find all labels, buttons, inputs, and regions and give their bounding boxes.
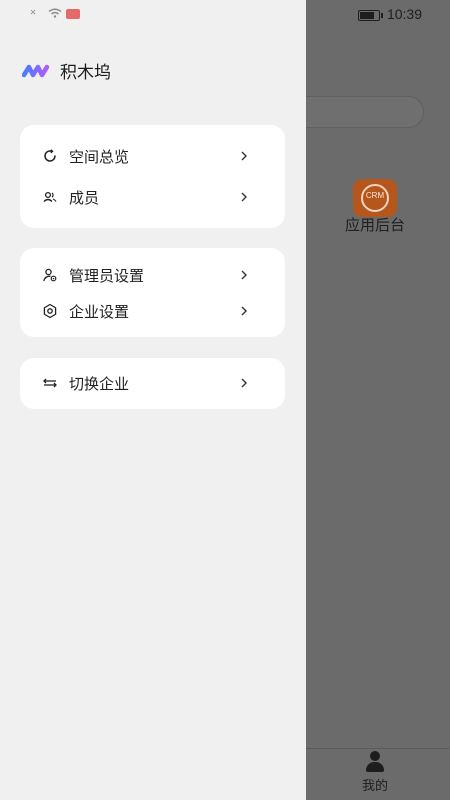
admin-user-gear-icon <box>43 268 57 282</box>
hexagon-settings-icon <box>43 303 57 319</box>
menu-item-label: 成员 <box>69 188 100 207</box>
menu-item-space-overview[interactable]: 空间总览 <box>20 142 285 170</box>
switch-arrows-icon <box>43 378 57 388</box>
members-icon <box>43 191 57 202</box>
status-time: 10:39 <box>386 6 422 22</box>
signal-icon: ✕ <box>30 7 37 18</box>
chevron-right-icon <box>241 378 247 388</box>
crm-icon-text: CRM <box>365 191 385 200</box>
brand-header: 积木坞 <box>22 58 111 83</box>
menu-item-label: 企业设置 <box>69 302 130 321</box>
user-icon <box>365 751 385 773</box>
chevron-right-icon <box>241 306 247 316</box>
menu-item-label: 管理员设置 <box>69 266 145 285</box>
refresh-circle-icon <box>44 149 56 162</box>
menu-item-label: 空间总览 <box>69 147 130 166</box>
menu-item-enterprise-settings[interactable]: 企业设置 <box>20 297 285 325</box>
menu-card-switch: 切换企业 <box>20 358 285 409</box>
menu-card-space: 空间总览 成员 <box>20 125 285 228</box>
tab-me[interactable]: 我的 <box>345 751 405 794</box>
brand-logo-icon <box>22 64 50 77</box>
chevron-right-icon <box>241 151 247 161</box>
wifi-icon <box>48 8 62 18</box>
menu-card-settings: 管理员设置 企业设置 <box>20 248 285 337</box>
tab-me-label: 我的 <box>361 779 388 794</box>
crm-app-icon[interactable]: CRM <box>353 179 397 217</box>
menu-item-admin-settings[interactable]: 管理员设置 <box>20 261 285 289</box>
chevron-right-icon <box>241 270 247 280</box>
menu-item-label: 切换企业 <box>69 374 130 393</box>
brand-name: 积木坞 <box>60 63 111 83</box>
notification-badge-icon <box>66 9 80 19</box>
side-drawer: ✕ 积木坞 空间总览 成员 管理员设置 企业设置 切换企业 <box>0 0 306 800</box>
status-bar-left: ✕ <box>0 0 306 30</box>
chevron-right-icon <box>241 192 247 202</box>
battery-icon <box>358 10 383 21</box>
menu-item-switch-enterprise[interactable]: 切换企业 <box>20 369 285 397</box>
menu-item-members[interactable]: 成员 <box>20 183 285 211</box>
app-backend-label[interactable]: 应用后台 <box>338 214 412 235</box>
